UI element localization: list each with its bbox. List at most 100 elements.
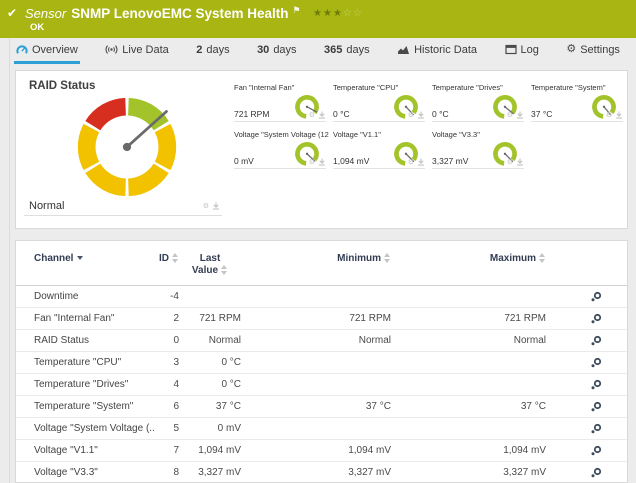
pin-icon[interactable]	[516, 158, 524, 166]
gear-icon[interactable]: ⚙	[203, 203, 209, 210]
channel-table: Channel ID LastValue Minimum Maximum Dow…	[16, 249, 627, 483]
gear-icon[interactable]: ⚙	[309, 112, 315, 119]
overview-gauge-icon	[16, 44, 28, 56]
divider	[333, 121, 425, 122]
channel-settings-icon[interactable]	[589, 401, 603, 413]
divider	[333, 168, 425, 169]
star-empty-icon[interactable]: ☆	[343, 8, 353, 19]
channel-name: Downtime	[16, 286, 154, 308]
gear-icon[interactable]: ⚙	[606, 112, 612, 119]
channel-maximum: 3,327 mV	[391, 462, 546, 483]
column-header-actions	[546, 249, 627, 286]
tab-label: Log	[521, 44, 539, 56]
channel-settings-icon[interactable]	[589, 445, 603, 457]
channel-minimum	[241, 286, 391, 308]
channel-maximum: Normal	[391, 330, 546, 352]
page-left-divider	[9, 38, 10, 483]
gauge-tile-temperature-system: Temperature "System" 37 °C ⚙	[531, 83, 626, 128]
table-row-voltage-v1-1: Voltage "V1.1" 7 1,094 mV 1,094 mV 1,094…	[16, 440, 627, 462]
sensor-kind-label: Sensor	[25, 6, 66, 21]
gauge-value: 0 °C	[432, 109, 449, 119]
tab-30-days[interactable]: 30 days	[255, 38, 299, 64]
column-header-last-value[interactable]: LastValue	[179, 249, 241, 286]
pin-icon[interactable]	[318, 158, 326, 166]
flag-icon[interactable]: ⚑	[293, 5, 301, 15]
table-row-temperature-system: Temperature "System" 6 37 °C 37 °C 37 °C	[16, 396, 627, 418]
channel-name: Temperature "System"	[16, 396, 154, 418]
settings-gear-icon: ⚙	[566, 44, 576, 55]
tab-overview[interactable]: Overview	[14, 38, 80, 64]
gauge-tile-fan-internal-fan: Fan "Internal Fan" 721 RPM ⚙	[234, 83, 329, 128]
channel-settings-icon[interactable]	[589, 291, 603, 303]
channel-maximum	[391, 352, 546, 374]
channel-last-value: 1,094 mV	[179, 440, 241, 462]
channel-settings-icon[interactable]	[589, 357, 603, 369]
pin-icon[interactable]	[615, 111, 623, 119]
channel-maximum	[391, 286, 546, 308]
channel-settings-icon[interactable]	[589, 423, 603, 435]
gear-icon[interactable]: ⚙	[507, 159, 513, 166]
star-filled-icon[interactable]: ★	[323, 8, 333, 19]
channel-id: 3	[154, 352, 179, 374]
pin-icon[interactable]	[318, 111, 326, 119]
star-filled-icon[interactable]: ★	[313, 8, 323, 19]
gauge-value: 3,327 mV	[432, 156, 468, 166]
historic-chart-icon	[397, 44, 410, 55]
gauge-tile-voltage-system: Voltage "System Voltage (12... 0 mV ⚙	[234, 130, 329, 175]
pin-icon[interactable]	[212, 202, 220, 210]
column-header-channel[interactable]: Channel	[16, 249, 154, 286]
channel-last-value: 0 mV	[179, 418, 241, 440]
column-header-minimum[interactable]: Minimum	[241, 249, 391, 286]
sort-icon	[172, 253, 179, 263]
channel-settings-icon[interactable]	[589, 379, 603, 391]
tab-unit: days	[346, 44, 369, 56]
tab-label: Live Data	[122, 44, 168, 56]
tab-2-days[interactable]: 2 days	[194, 38, 231, 64]
pin-icon[interactable]	[417, 111, 425, 119]
tab-365-days[interactable]: 365 days	[322, 38, 372, 64]
channel-table-panel: Channel ID LastValue Minimum Maximum Dow…	[15, 240, 628, 483]
column-header-maximum[interactable]: Maximum	[391, 249, 546, 286]
gear-icon[interactable]: ⚙	[408, 159, 414, 166]
gauge-tile-temperature-drives: Temperature "Drives" 0 °C ⚙	[432, 83, 527, 128]
gauge-tile-voltage-v1-1: Voltage "V1.1" 1,094 mV ⚙	[333, 130, 428, 175]
channel-minimum: 1,094 mV	[241, 440, 391, 462]
pin-icon[interactable]	[417, 158, 425, 166]
divider	[432, 168, 524, 169]
channel-id: -4	[154, 286, 179, 308]
channel-id: 7	[154, 440, 179, 462]
gear-icon[interactable]: ⚙	[507, 112, 513, 119]
tab-live-data[interactable]: Live Data	[103, 38, 170, 64]
priority-stars[interactable]: ★★★☆☆	[313, 8, 363, 19]
channel-last-value	[179, 286, 241, 308]
raid-status-gauge	[68, 88, 186, 206]
channel-name: RAID Status	[16, 330, 154, 352]
tab-number: 365	[324, 44, 342, 56]
star-filled-icon[interactable]: ★	[333, 8, 343, 19]
channel-settings-icon[interactable]	[589, 313, 603, 325]
star-empty-icon[interactable]: ☆	[353, 8, 363, 19]
channel-last-value: 0 °C	[179, 374, 241, 396]
channel-maximum: 37 °C	[391, 396, 546, 418]
tab-log[interactable]: Log	[503, 38, 541, 64]
log-icon	[505, 44, 517, 55]
channel-name: Temperature "CPU"	[16, 352, 154, 374]
gear-icon[interactable]: ⚙	[408, 112, 414, 119]
channel-settings-icon[interactable]	[589, 335, 603, 347]
pin-icon[interactable]	[516, 111, 524, 119]
channel-id: 5	[154, 418, 179, 440]
divider	[234, 168, 326, 169]
sort-icon	[221, 265, 228, 275]
table-row-raid-status: RAID Status 0 Normal Normal Normal	[16, 330, 627, 352]
gear-icon[interactable]: ⚙	[309, 159, 315, 166]
channel-minimum	[241, 352, 391, 374]
tab-settings[interactable]: ⚙ Settings	[564, 38, 622, 64]
gauge-tile-voltage-v3-3: Voltage "V3.3" 3,327 mV ⚙	[432, 130, 527, 175]
gauge-value: 0 mV	[234, 156, 254, 166]
channel-id: 2	[154, 308, 179, 330]
gauge-value: 721 RPM	[234, 109, 269, 119]
tab-historic-data[interactable]: Historic Data	[395, 38, 479, 64]
column-header-id[interactable]: ID	[154, 249, 179, 286]
channel-minimum: 37 °C	[241, 396, 391, 418]
channel-settings-icon[interactable]	[589, 467, 603, 479]
